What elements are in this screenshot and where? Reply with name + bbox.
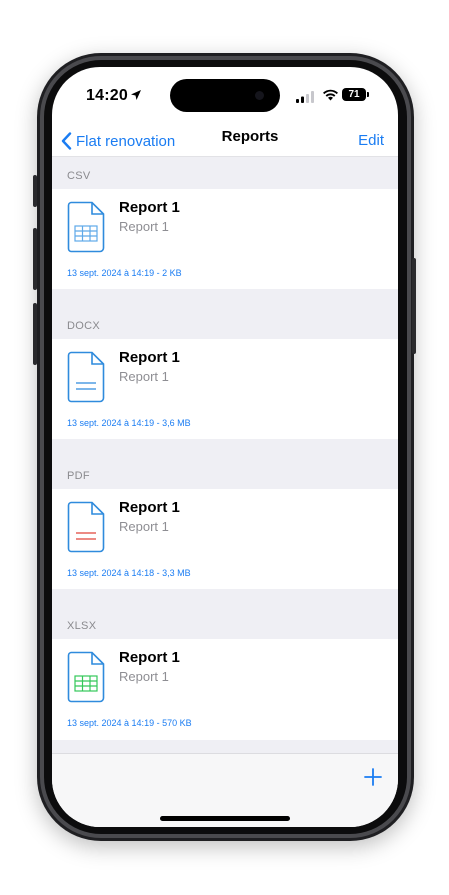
power-button — [412, 258, 416, 354]
location-arrow-icon — [131, 90, 141, 100]
section-spacer — [52, 439, 398, 456]
report-row-pdf[interactable]: Report 1 Report 1 13 sept. 2024 à 14:18 … — [52, 489, 398, 589]
report-title: Report 1 — [119, 499, 180, 516]
report-subtitle: Report 1 — [119, 369, 169, 384]
report-title: Report 1 — [119, 199, 180, 216]
xlsx-file-icon — [67, 651, 105, 703]
mute-switch — [33, 175, 37, 207]
pdf-file-icon — [67, 501, 105, 553]
report-row-csv[interactable]: Report 1 Report 1 13 sept. 2024 à 14:19 … — [52, 189, 398, 289]
navigation-bar: Flat renovation Reports Edit — [52, 125, 398, 157]
report-subtitle: Report 1 — [119, 219, 169, 234]
camera-icon — [255, 91, 264, 100]
status-bar: 14:20 71 — [52, 67, 398, 125]
cellular-signal-icon — [296, 91, 314, 103]
section-header-pdf: PDF — [52, 456, 398, 489]
section-spacer — [52, 589, 398, 606]
section-spacer — [52, 289, 398, 306]
dynamic-island — [170, 79, 280, 112]
add-report-button[interactable] — [364, 764, 382, 790]
report-row-xlsx[interactable]: Report 1 Report 1 13 sept. 2024 à 14:19 … — [52, 639, 398, 739]
section-header-xlsx: XLSX — [52, 606, 398, 639]
report-meta: 13 sept. 2024 à 14:19 - 3,6 MB — [67, 418, 191, 428]
section-label: DOCX — [67, 320, 100, 332]
section-label: CSV — [67, 170, 91, 182]
reports-list: CSV Report 1 Report 1 13 sept. 2024 à 14… — [52, 156, 398, 739]
report-title: Report 1 — [119, 349, 180, 366]
report-row-docx[interactable]: Report 1 Report 1 13 sept. 2024 à 14:19 … — [52, 339, 398, 439]
section-header-docx: DOCX — [52, 306, 398, 339]
page-title: Reports — [221, 128, 279, 145]
wifi-icon — [323, 89, 338, 101]
edit-button[interactable]: Edit — [358, 128, 384, 154]
report-subtitle: Report 1 — [119, 669, 169, 684]
report-meta: 13 sept. 2024 à 14:18 - 3,3 MB — [67, 568, 191, 578]
volume-down-button — [33, 303, 37, 365]
volume-up-button — [33, 228, 37, 290]
docx-file-icon — [67, 351, 105, 403]
report-title: Report 1 — [119, 649, 180, 666]
section-label: XLSX — [67, 620, 97, 632]
list-footer — [52, 740, 398, 753]
battery-indicator: 71 — [342, 88, 366, 101]
csv-file-icon — [67, 201, 105, 253]
home-indicator[interactable] — [160, 816, 290, 821]
section-label: PDF — [67, 470, 90, 482]
section-header-csv: CSV — [52, 156, 398, 189]
report-meta: 13 sept. 2024 à 14:19 - 570 KB — [67, 718, 192, 728]
report-subtitle: Report 1 — [119, 519, 169, 534]
screen: 14:20 71 Flat renovation Reports Edit CS… — [52, 67, 398, 827]
report-meta: 13 sept. 2024 à 14:19 - 2 KB — [67, 268, 182, 278]
page-title-container: Reports — [52, 128, 398, 145]
status-time: 14:20 — [86, 87, 128, 104]
battery-tip — [367, 92, 369, 97]
plus-icon — [364, 768, 382, 786]
